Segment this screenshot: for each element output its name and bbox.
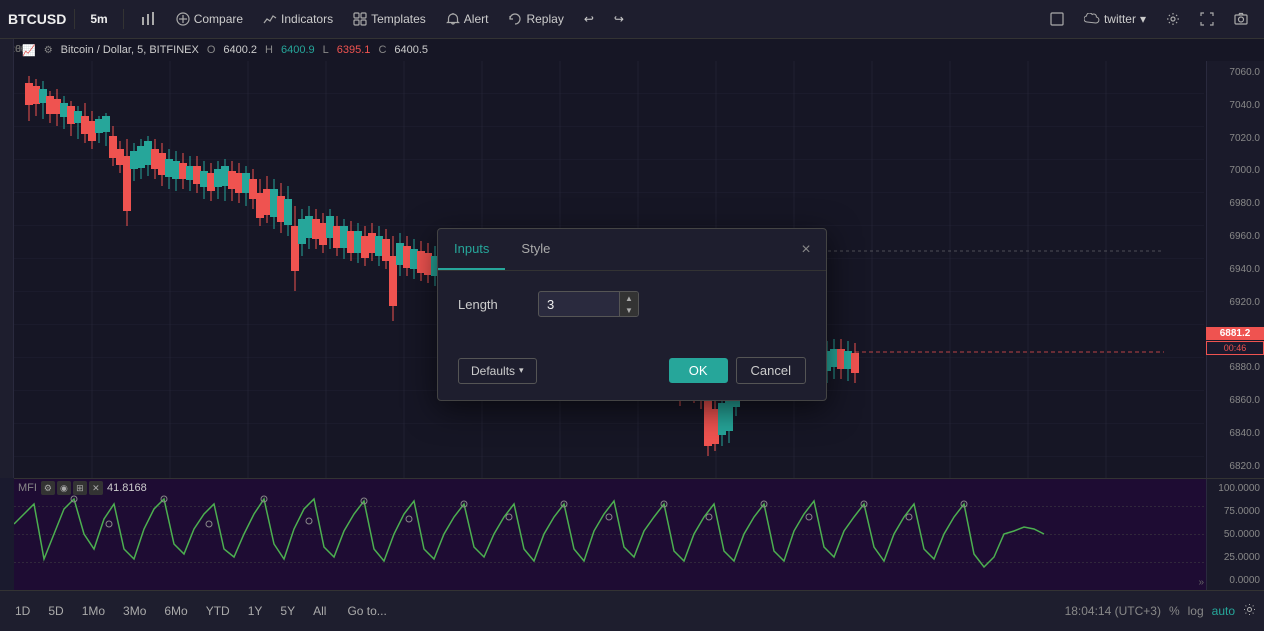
datetime-display: 18:04:14 (UTC+3) bbox=[1065, 604, 1161, 618]
undo-button[interactable]: ↩ bbox=[576, 8, 602, 30]
cancel-label: Cancel bbox=[751, 363, 791, 378]
period-ytd[interactable]: YTD bbox=[199, 601, 237, 621]
chart-settings-btn[interactable] bbox=[1243, 603, 1256, 619]
tab-inputs[interactable]: Inputs bbox=[438, 229, 505, 270]
dialog-body: Length ▲ ▼ bbox=[438, 271, 826, 349]
dialog-footer: Defaults ▾ OK Cancel bbox=[438, 349, 826, 400]
replay-button[interactable]: Replay bbox=[500, 8, 571, 30]
auto-button[interactable]: auto bbox=[1212, 604, 1235, 618]
period-1y[interactable]: 1Y bbox=[241, 601, 270, 621]
dialog-close-button[interactable]: × bbox=[796, 240, 816, 260]
cloud-button[interactable]: twitter ▾ bbox=[1076, 8, 1154, 30]
settings-button[interactable] bbox=[1158, 8, 1188, 30]
dialog-header: Inputs Style × bbox=[438, 229, 826, 271]
length-stepper: ▲ ▼ bbox=[619, 292, 638, 316]
alert-icon bbox=[446, 12, 460, 26]
tab-style[interactable]: Style bbox=[505, 229, 566, 270]
goto-button[interactable]: Go to... bbox=[337, 601, 396, 621]
account-label: twitter bbox=[1104, 12, 1136, 26]
ok-button[interactable]: OK bbox=[669, 358, 728, 383]
percent-button[interactable]: % bbox=[1169, 604, 1180, 618]
indicators-label: Indicators bbox=[281, 12, 333, 26]
defaults-chevron: ▾ bbox=[519, 365, 524, 376]
window-button[interactable] bbox=[1042, 8, 1072, 30]
chart-container: 📈 ⚙ Bitcoin / Dollar, 5, BITFINEX O 6400… bbox=[0, 39, 1264, 590]
close-icon: × bbox=[801, 241, 810, 259]
tab-inputs-label: Inputs bbox=[454, 241, 489, 256]
modal-overlay: Inputs Style × Length ▲ ▼ bbox=[0, 39, 1264, 590]
compare-button[interactable]: Compare bbox=[168, 8, 251, 30]
symbol-label[interactable]: BTCUSD bbox=[8, 11, 66, 27]
bottom-right: 18:04:14 (UTC+3) % log auto bbox=[1065, 603, 1256, 619]
period-3mo[interactable]: 3Mo bbox=[116, 601, 153, 621]
chart-settings-icon bbox=[1243, 603, 1256, 616]
settings-dialog: Inputs Style × Length ▲ ▼ bbox=[437, 228, 827, 401]
period-5y[interactable]: 5Y bbox=[273, 601, 302, 621]
stepper-up-button[interactable]: ▲ bbox=[620, 292, 638, 304]
period-6mo[interactable]: 6Mo bbox=[157, 601, 194, 621]
alert-label: Alert bbox=[464, 12, 489, 26]
undo-icon: ↩ bbox=[584, 12, 594, 26]
templates-icon bbox=[353, 12, 367, 26]
timeframe-button[interactable]: 5m bbox=[83, 9, 114, 29]
bar-chart-icon bbox=[140, 11, 156, 27]
cloud-icon bbox=[1084, 13, 1100, 25]
tab-style-label: Style bbox=[521, 241, 550, 256]
window-icon bbox=[1050, 12, 1064, 26]
period-5d[interactable]: 5D bbox=[41, 601, 70, 621]
top-toolbar: BTCUSD 5m Compare Indicators Templates bbox=[0, 0, 1264, 39]
divider-1 bbox=[74, 9, 75, 29]
defaults-button[interactable]: Defaults ▾ bbox=[458, 358, 537, 384]
fullscreen-button[interactable] bbox=[1192, 8, 1222, 30]
redo-icon: ↪ bbox=[614, 12, 624, 26]
indicators-button[interactable]: Indicators bbox=[255, 8, 341, 30]
replay-label: Replay bbox=[526, 12, 563, 26]
period-1d[interactable]: 1D bbox=[8, 601, 37, 621]
ok-label: OK bbox=[689, 363, 708, 378]
length-input[interactable] bbox=[539, 293, 619, 316]
fullscreen-icon bbox=[1200, 12, 1214, 26]
plus-icon bbox=[176, 12, 190, 26]
defaults-label: Defaults bbox=[471, 364, 515, 378]
stepper-down-button[interactable]: ▼ bbox=[620, 304, 638, 316]
templates-label: Templates bbox=[371, 12, 426, 26]
toolbar-right: twitter ▾ bbox=[1042, 8, 1256, 30]
gear-icon bbox=[1166, 12, 1180, 26]
camera-icon bbox=[1234, 12, 1248, 26]
templates-button[interactable]: Templates bbox=[345, 8, 434, 30]
screenshot-button[interactable] bbox=[1226, 8, 1256, 30]
bar-type-button[interactable] bbox=[132, 7, 164, 31]
redo-button[interactable]: ↪ bbox=[606, 8, 632, 30]
compare-label: Compare bbox=[194, 12, 243, 26]
replay-icon bbox=[508, 12, 522, 26]
length-field: Length ▲ ▼ bbox=[458, 291, 806, 317]
divider-2 bbox=[123, 9, 124, 29]
alert-button[interactable]: Alert bbox=[438, 8, 497, 30]
period-all[interactable]: All bbox=[306, 601, 333, 621]
indicators-icon bbox=[263, 12, 277, 26]
log-button[interactable]: log bbox=[1188, 604, 1204, 618]
period-1mo[interactable]: 1Mo bbox=[75, 601, 112, 621]
bottom-toolbar: 1D 5D 1Mo 3Mo 6Mo YTD 1Y 5Y All Go to...… bbox=[0, 590, 1264, 631]
cancel-button[interactable]: Cancel bbox=[736, 357, 806, 384]
length-input-wrap: ▲ ▼ bbox=[538, 291, 639, 317]
account-chevron: ▾ bbox=[1140, 12, 1146, 26]
length-label: Length bbox=[458, 297, 538, 312]
